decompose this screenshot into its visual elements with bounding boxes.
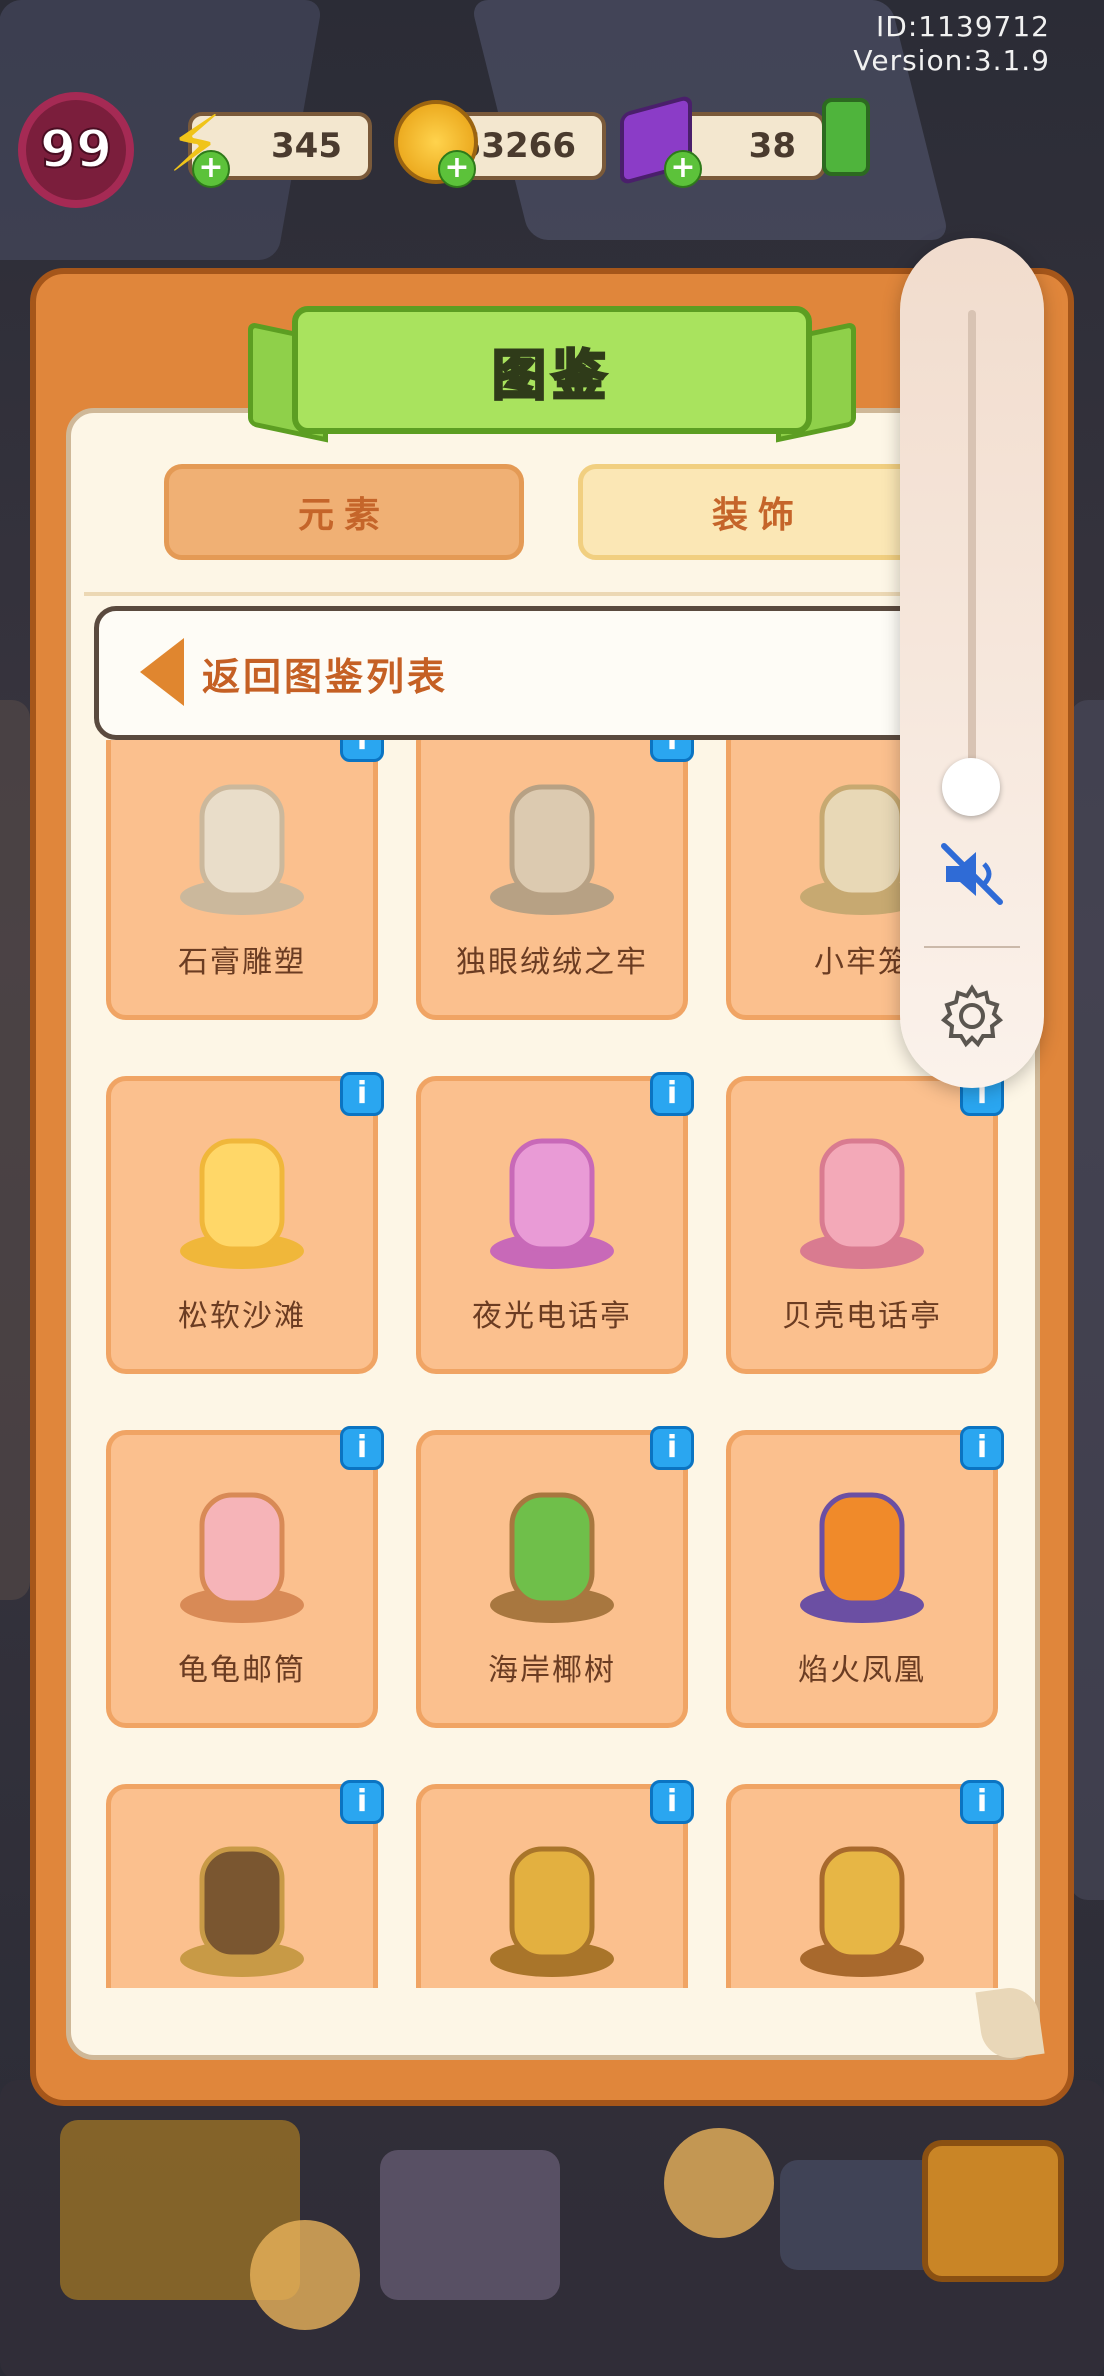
info-icon[interactable]: i [650, 1072, 694, 1116]
volume-mute-icon[interactable] [936, 838, 1008, 910]
dialog-title: 图鉴 [491, 342, 612, 408]
portrait-frame-icon [800, 1846, 924, 1977]
background-wall [0, 700, 30, 1600]
volume-panel [900, 238, 1044, 1088]
build-info: ID:1139712 Version:3.1.9 [853, 10, 1050, 78]
divider [84, 592, 1014, 596]
collection-item-name: 夜光电话亭 [472, 1299, 632, 1334]
collection-item-name: 焰火凤凰 [798, 1653, 926, 1688]
collection-item[interactable]: 海岸椰树 [416, 1430, 688, 1728]
stone-cage-icon [490, 784, 614, 915]
info-icon[interactable]: i [340, 740, 384, 762]
collection-item-name: 海岸椰树 [488, 1653, 616, 1688]
glow-phone-booth-icon [490, 1138, 614, 1269]
collection-item-name: 龟龟邮筒 [178, 1653, 306, 1688]
info-icon[interactable]: i [340, 1072, 384, 1116]
phoenix-perch-icon [800, 1492, 924, 1623]
card-icon[interactable] [822, 98, 870, 176]
back-arrow-icon [140, 638, 184, 706]
volume-slider-handle[interactable] [942, 758, 1000, 816]
turtle-mailbox-icon [180, 1492, 304, 1623]
player-level: 99 [39, 119, 113, 181]
collection-item[interactable]: 夜光电话亭 [416, 1076, 688, 1374]
sand-patch-icon [180, 1138, 304, 1269]
add-gems-button[interactable]: + [664, 150, 702, 188]
question-bubble-icon [664, 2128, 774, 2238]
info-icon[interactable]: i [650, 740, 694, 762]
gem-value: 38 [748, 126, 796, 166]
collection-item[interactable] [106, 1784, 378, 1988]
background-wall [1070, 700, 1104, 1900]
collection-item-name: 石膏雕塑 [178, 945, 306, 980]
palm-tree-icon [490, 1492, 614, 1623]
info-icon[interactable]: i [960, 1780, 1004, 1824]
item-grid: 石膏雕塑i独眼绒绒之牢i小牢笼i松软沙滩i夜光电话亭i贝壳电话亭i龟龟邮筒i海岸… [70, 740, 1010, 1988]
info-icon[interactable]: i [960, 1426, 1004, 1470]
collection-item-name: 松软沙滩 [178, 1299, 306, 1334]
shell-phone-booth-icon [800, 1138, 924, 1269]
witch-desk-icon [180, 1846, 304, 1977]
collection-item[interactable]: 石膏雕塑 [106, 740, 378, 1020]
plaster-statue-icon [180, 784, 304, 915]
tab-elements[interactable]: 元素 [164, 464, 524, 560]
title-banner: 图鉴 [292, 306, 812, 434]
chat-button[interactable] [922, 2140, 1064, 2282]
energy-value: 345 [271, 126, 342, 166]
info-icon[interactable]: i [340, 1780, 384, 1824]
golden-mirror-icon [490, 1846, 614, 1977]
collection-item[interactable]: 贝壳电话亭 [726, 1076, 998, 1374]
tab-decorations[interactable]: 装饰 [578, 464, 938, 560]
collection-item[interactable]: 焰火凤凰 [726, 1430, 998, 1728]
info-icon[interactable]: i [650, 1426, 694, 1470]
version-text: Version:3.1.9 [853, 44, 1050, 77]
collection-item[interactable]: 松软沙滩 [106, 1076, 378, 1374]
info-icon[interactable]: i [340, 1426, 384, 1470]
volume-slider-track[interactable] [968, 310, 976, 790]
collection-item-name: 贝壳电话亭 [782, 1299, 942, 1334]
background-furniture [380, 2150, 560, 2300]
gear-icon[interactable] [936, 980, 1008, 1052]
collection-item[interactable] [726, 1784, 998, 1988]
collection-item[interactable]: 独眼绒绒之牢 [416, 740, 688, 1020]
back-label: 返回图鉴列表 [202, 655, 449, 699]
add-energy-button[interactable]: + [192, 150, 230, 188]
add-coins-button[interactable]: + [438, 150, 476, 188]
question-bubble-icon [250, 2220, 360, 2330]
collection-item[interactable] [416, 1784, 688, 1988]
player-level-badge[interactable]: 99 [18, 92, 134, 208]
volume-panel-divider [924, 946, 1020, 948]
collection-item[interactable]: 龟龟邮筒 [106, 1430, 378, 1728]
player-id: ID:1139712 [876, 10, 1050, 43]
collection-item-name: 独眼绒绒之牢 [456, 945, 648, 980]
info-icon[interactable]: i [650, 1780, 694, 1824]
